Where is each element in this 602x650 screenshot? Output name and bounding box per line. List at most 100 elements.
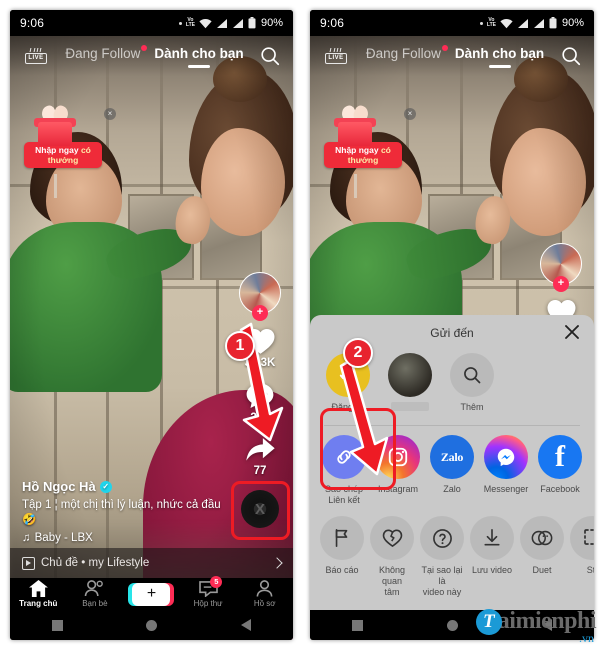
live-button[interactable]: LIVE [22,48,50,64]
status-bar-2: 9:06 Vo LTE 90% [310,10,594,36]
music-note-icon: ♫ [22,532,31,544]
facebook-icon-text: f [555,440,565,473]
search-icon-2[interactable] [560,45,582,67]
home-button-icon[interactable] [146,619,158,631]
action-why-this-video[interactable]: Tại sao lại là video này [420,516,464,598]
share-more[interactable]: Thêm [444,353,500,413]
not-interested-line-2: tâm [384,587,400,597]
create-button[interactable]: + [128,582,175,606]
share-arrow-icon [245,438,275,461]
promo-banner[interactable]: Nhập ngay có thưởng × [24,103,116,198]
music-row[interactable]: ♫ Baby - LBX [22,532,222,544]
top-navigation-2: LIVE Đang Follow Dành cho bạn [310,36,594,76]
close-icon[interactable] [564,324,580,340]
share-facebook[interactable]: f Facebook [536,435,584,506]
gift-icon-2 [332,103,380,148]
recents-button-icon[interactable] [51,619,63,631]
watermark: T aimienphi .vn [475,608,597,646]
status-dot-icon [178,21,182,25]
following-notification-dot [141,44,148,51]
search-icon[interactable] [259,45,281,67]
promo-banner-2[interactable]: Nhập ngay có thưởng × [324,103,416,198]
battery-percent-2: 90% [561,17,584,29]
home-button-icon-2[interactable] [447,619,458,631]
topic-video-icon [22,556,35,570]
status-dot-icon-2 [479,21,483,25]
action-save-video[interactable]: Lưu video [470,516,514,598]
follow-button-2[interactable]: + [553,276,569,292]
tab-following-2[interactable]: Đang Follow [365,44,448,67]
tab-friends-label: Bạn bè [82,599,108,608]
question-icon [420,516,464,560]
friends-icon [85,580,104,597]
signal-icon-1 [216,18,227,28]
topic-bar[interactable]: Chủ đề • my Lifestyle [10,548,293,578]
action-stitch[interactable]: Sti [570,516,594,598]
tab-profile[interactable]: Hồ sơ [236,580,293,608]
action-duet[interactable]: Duet [520,516,564,598]
share-contact-1[interactable] [382,353,438,413]
battery-icon [248,17,256,29]
action-duet-label: Duet [532,565,552,575]
tab-following[interactable]: Đang Follow [65,44,148,67]
like-count: 39.3K [244,357,276,369]
tab-following-label: Đang Follow [65,45,141,61]
tab-following-label-2: Đang Follow [365,45,441,61]
live-label: LIVE [25,53,47,64]
facebook-icon: f [538,435,582,479]
topic-label: Chủ đề • my Lifestyle [41,557,150,569]
contact-avatar [388,353,432,397]
share-messenger[interactable]: Messenger [482,435,530,506]
not-interested-line-1: Không quan [378,565,406,586]
signal-icon-3 [517,18,528,28]
share-zalo[interactable]: Zalo Zalo [428,435,476,506]
share-more-label: Thêm [460,402,484,412]
comment-icon [246,383,274,409]
action-report[interactable]: Báo cáo [320,516,364,598]
create-plus-label: + [146,585,157,602]
live-label-2: LIVE [325,53,347,64]
tab-for-you-label-2: Dành cho bạn [454,45,545,61]
live-button-2[interactable]: LIVE [322,48,350,64]
tab-for-you-label: Dành cho bạn [154,45,244,61]
action-stitch-label: Sti [586,565,594,575]
comment-count: 224 [250,412,270,424]
zalo-icon: Zalo [430,435,474,479]
music-title: Baby - LBX [34,532,93,544]
promo-close-icon-2[interactable]: × [404,108,416,120]
back-button-icon[interactable] [241,619,252,631]
watermark-tld: .vn [579,631,594,645]
watermark-logo-icon: T [475,608,502,635]
home-icon [28,580,48,597]
author-avatar-2[interactable]: + [540,243,582,292]
profile-icon [256,580,273,597]
tab-for-you[interactable]: Dành cho bạn [154,46,243,67]
phone-screenshot-right: 9:06 Vo LTE 90% LIVE Đang Follow Dành ch… [301,0,602,650]
author-username: Hồ Ngọc Hà [22,479,96,494]
stitch-icon [570,516,594,560]
volte-icon-2: Vo LTE [486,17,496,28]
duet-icon [520,516,564,560]
tab-home[interactable]: Trang chủ [10,580,67,608]
action-not-interested[interactable]: Không quan tâm [370,516,414,598]
share-count: 77 [253,465,267,477]
follow-button[interactable]: + [252,305,268,321]
chevron-right-icon [271,557,283,569]
tab-for-you-2[interactable]: Dành cho bạn [455,46,544,67]
tab-inbox[interactable]: 5 Hộp thư [180,576,237,608]
action-not-interested-label: Không quan tâm [370,565,414,598]
battery-icon-2 [549,17,557,29]
recents-button-icon-2[interactable] [352,619,363,631]
promo-close-icon[interactable]: × [104,108,116,120]
phone-screenshot-left: 9:06 Vo LTE 90% LIVE Đang Follow Dành ch… [0,0,301,650]
signal-icon-4 [533,18,544,28]
author-name-row[interactable]: Hồ Ngọc Hà ✓ [22,479,222,494]
comment-button[interactable]: 224 [245,382,275,424]
video-caption: Hồ Ngọc Hà ✓ Tập 1 ¦ một chị thì lý luận… [22,479,222,544]
tab-home-label: Trang chủ [19,599,58,608]
inbox-badge: 5 [210,576,223,588]
share-button[interactable]: 77 [245,437,276,477]
tab-friends[interactable]: Bạn bè [67,580,124,608]
zalo-icon-text: Zalo [440,449,464,464]
author-avatar[interactable]: + [239,272,281,321]
